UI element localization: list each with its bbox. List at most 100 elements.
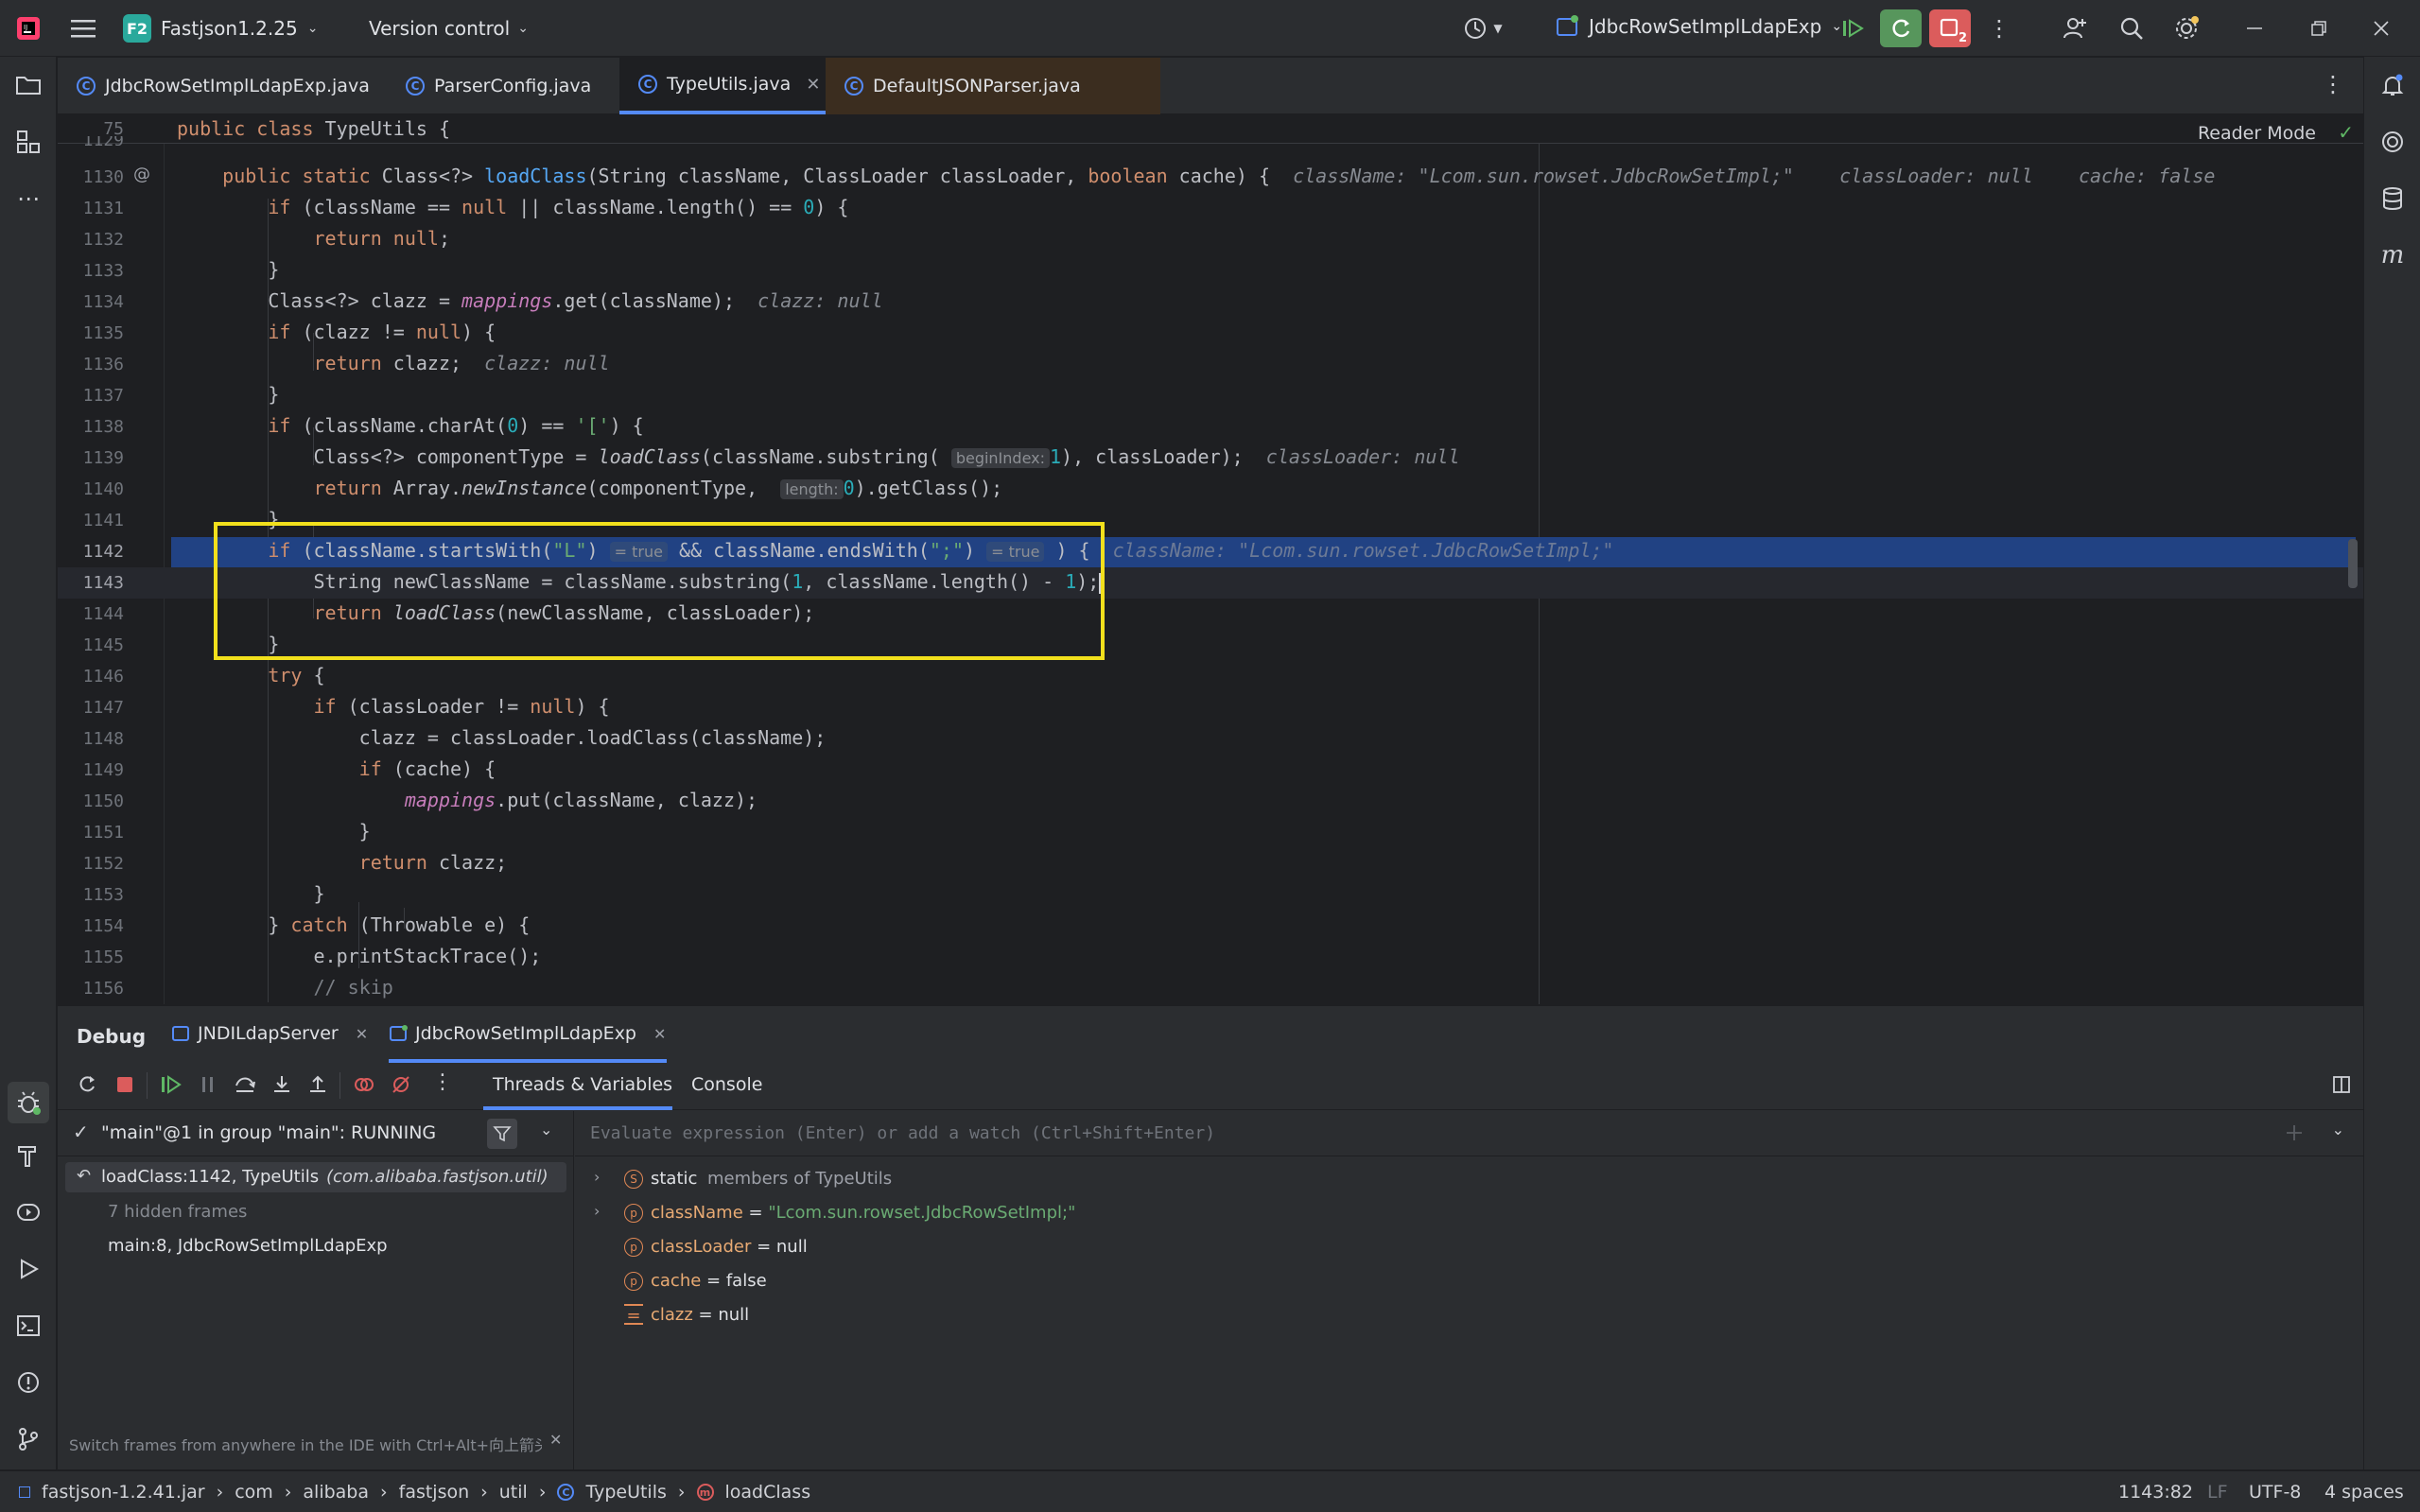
evaluate-expression-field[interactable]: Evaluate expression (Enter) or add a wat… — [575, 1111, 2363, 1156]
override-gutter-icon[interactable]: @ — [133, 165, 150, 184]
tab-label: DefaultJSONParser.java — [873, 76, 1081, 96]
breadcrumb-item[interactable]: TypeUtils — [585, 1482, 666, 1503]
reader-mode-toggle[interactable]: Reader Mode — [2198, 123, 2316, 144]
minimize-window-icon[interactable] — [2239, 13, 2270, 43]
filter-icon[interactable] — [487, 1119, 517, 1149]
session-label: JNDILdapServer — [198, 1023, 339, 1044]
chevron-right-icon: › — [677, 1482, 686, 1503]
terminal-icon[interactable] — [13, 1311, 44, 1341]
add-user-icon[interactable] — [2060, 13, 2090, 43]
hidden-frames-label[interactable]: 7 hidden frames — [108, 1202, 247, 1222]
indent-setting[interactable]: 4 spaces — [2324, 1482, 2404, 1503]
tab-threads-variables[interactable]: Threads & Variables — [493, 1074, 672, 1095]
close-tab-icon[interactable]: ✕ — [356, 1025, 368, 1043]
cursor-position[interactable]: 1143:82 — [2118, 1482, 2193, 1503]
add-watch-icon[interactable] — [2284, 1122, 2305, 1148]
tab-console[interactable]: Console — [691, 1074, 762, 1095]
rerun-debug-button[interactable] — [1880, 9, 1922, 47]
close-tab-icon[interactable]: ✕ — [653, 1025, 666, 1043]
breadcrumb-item[interactable]: com — [235, 1482, 273, 1503]
restore-window-icon[interactable] — [2304, 13, 2334, 43]
variable-row[interactable]: p classLoader = null — [575, 1232, 2363, 1262]
services-icon[interactable] — [13, 1197, 44, 1227]
chevron-down-icon[interactable]: ⌄ — [540, 1121, 552, 1138]
breadcrumb-item[interactable]: fastjson — [399, 1482, 470, 1503]
close-window-icon[interactable] — [2366, 13, 2396, 43]
step-over-icon[interactable] — [234, 1074, 256, 1100]
chevron-down-icon: ▼ — [1493, 22, 1503, 35]
pause-icon[interactable] — [198, 1074, 218, 1100]
tab-label: TypeUtils.java — [667, 74, 792, 95]
database-icon[interactable] — [2377, 183, 2408, 214]
code-editor[interactable]: 75 public class TypeUtils { Reader Mode … — [58, 115, 2363, 1004]
breadcrumb-item[interactable]: alibaba — [303, 1482, 369, 1503]
breadcrumb-item[interactable]: loadClass — [725, 1482, 811, 1503]
stop-debug-button[interactable]: 2 — [1929, 9, 1971, 47]
problems-icon[interactable] — [13, 1367, 44, 1398]
view-breakpoints-icon[interactable] — [353, 1074, 375, 1100]
code-line-1138: if (className.charAt(0) == '[') { — [268, 414, 644, 437]
stop-icon[interactable] — [114, 1074, 135, 1100]
profiler-icon[interactable]: ▼ — [1454, 13, 1511, 43]
file-encoding[interactable]: UTF-8 — [2249, 1482, 2301, 1503]
thread-selector[interactable]: ✓ "main"@1 in group "main": RUNNING ⌄ — [58, 1111, 574, 1156]
resume-run-icon[interactable] — [1838, 13, 1869, 43]
breadcrumb-item[interactable]: util — [499, 1482, 528, 1503]
close-tab-icon[interactable]: ✕ — [806, 75, 820, 95]
frame-item-selected[interactable]: ↶ loadClass:1142, TypeUtils (com.alibaba… — [65, 1162, 566, 1192]
search-icon[interactable] — [2116, 13, 2147, 43]
settings-gear-icon[interactable] — [2171, 13, 2202, 43]
debug-bug-icon[interactable] — [8, 1082, 49, 1123]
variable-row[interactable]: = clazz = null — [575, 1300, 2363, 1330]
tab-jdbcrowsetimplldapexp[interactable]: C JdbcRowSetImplLdapExp.java — [58, 58, 379, 114]
line-number: 1147 — [82, 698, 124, 718]
more-actions-icon[interactable]: ⋮ — [432, 1070, 453, 1094]
layout-settings-icon[interactable] — [2331, 1074, 2352, 1100]
notifications-bell-icon[interactable] — [2377, 70, 2408, 100]
chevron-down-icon[interactable]: ⌄ — [2332, 1121, 2344, 1138]
expand-arrow-icon[interactable]: › — [594, 1202, 600, 1220]
maven-icon[interactable]: m — [2377, 240, 2408, 270]
tab-overflow-icon[interactable]: ⋮ — [2322, 71, 2344, 97]
build-hammer-icon[interactable] — [13, 1140, 44, 1171]
project-folder-icon[interactable] — [13, 70, 44, 100]
variable-row[interactable]: p cache = false — [575, 1266, 2363, 1296]
step-out-icon[interactable] — [307, 1074, 328, 1100]
left-tool-strip: ⋯ — [0, 57, 57, 1469]
more-actions-icon[interactable]: ⋮ — [1984, 13, 2014, 43]
jar-icon — [19, 1486, 30, 1498]
line-number: 1141 — [82, 511, 124, 530]
session-tab-jdbcrowsetimplldapexp[interactable]: JdbcRowSetImplLdapExp ✕ — [389, 1023, 666, 1044]
breadcrumb-item[interactable]: fastjson-1.2.41.jar — [42, 1482, 205, 1503]
editor-scrollbar[interactable] — [2348, 539, 2358, 588]
line-separator[interactable]: LF — [2207, 1482, 2228, 1503]
rerun-icon[interactable] — [77, 1074, 97, 1100]
more-tools-icon[interactable]: ⋯ — [13, 183, 44, 214]
frame-item[interactable]: main:8, JdbcRowSetImplLdapExp — [108, 1236, 388, 1256]
git-branch-icon[interactable] — [13, 1424, 44, 1454]
close-icon[interactable]: ✕ — [549, 1431, 562, 1449]
tab-defaultjsonparser[interactable]: C DefaultJSONParser.java — [826, 58, 1160, 114]
resume-icon[interactable] — [160, 1074, 183, 1100]
app-logo-icon[interactable]: IJ — [13, 13, 44, 43]
variable-row[interactable]: › p className = "Lcom.sun.rowset.JdbcRow… — [575, 1198, 2363, 1228]
main-menu-icon[interactable] — [68, 13, 98, 43]
svg-text:IJ: IJ — [24, 24, 27, 31]
run-icon[interactable] — [13, 1254, 44, 1284]
expand-arrow-icon[interactable]: › — [594, 1168, 600, 1186]
variable-equals: = — [742, 1203, 769, 1223]
mute-breakpoints-icon[interactable] — [391, 1074, 411, 1100]
tab-label: JdbcRowSetImplLdapExp.java — [105, 76, 370, 96]
vcs-label: Version control — [369, 17, 511, 40]
ai-assistant-icon[interactable] — [2377, 127, 2408, 157]
session-tab-jndildapserver[interactable]: JNDILdapServer ✕ — [171, 1023, 368, 1044]
variable-row[interactable]: › S static members of TypeUtils — [575, 1164, 2363, 1194]
step-into-icon[interactable] — [271, 1074, 292, 1100]
structure-icon[interactable] — [13, 127, 44, 157]
variable-line: cache = false — [651, 1271, 767, 1291]
code-line-1130: public static Class<?> loadClass(String … — [222, 165, 2216, 187]
run-config-selector[interactable]: JdbcRowSetImplLdapExp ⌄ — [1555, 14, 1842, 39]
line-number: 1135 — [82, 323, 124, 343]
project-selector[interactable]: F2 Fastjson1.2.25 ⌄ — [123, 14, 318, 43]
vcs-selector[interactable]: Version control ⌄ — [369, 17, 529, 40]
